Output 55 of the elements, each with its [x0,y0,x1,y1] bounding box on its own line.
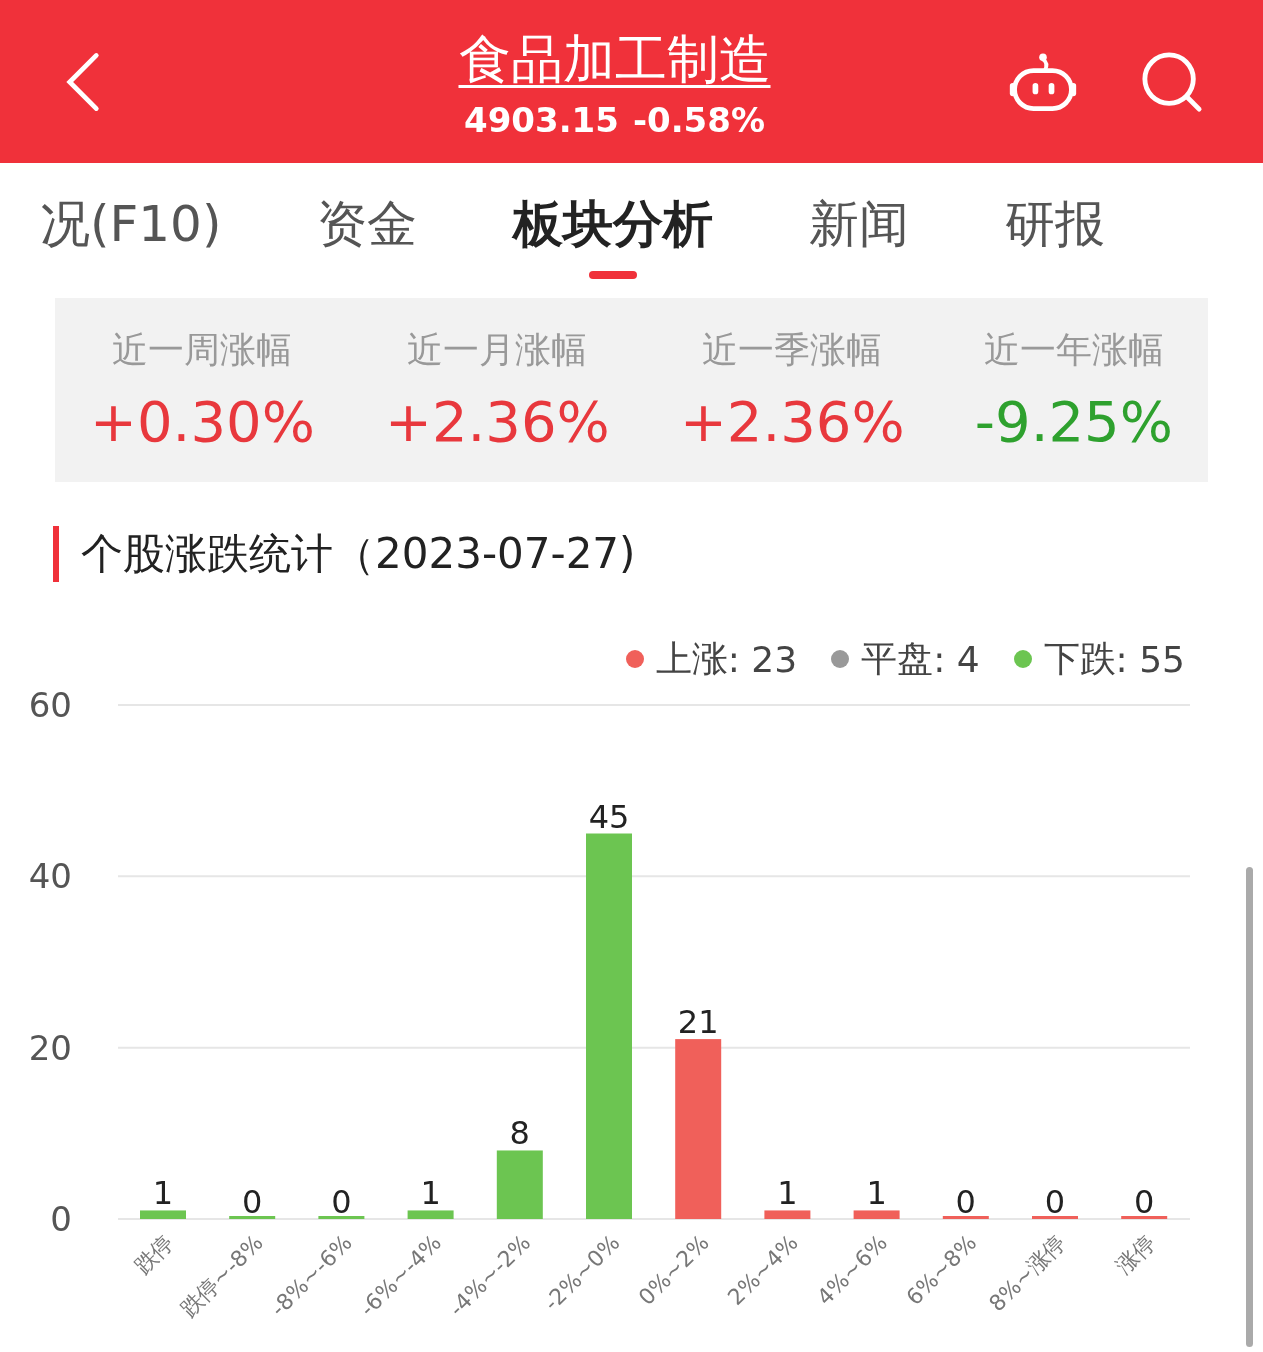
value-label: 1 [420,1174,441,1213]
bar [853,1210,900,1219]
stat-value: +2.36% [384,389,610,454]
value-label: 0 [1134,1183,1155,1221]
zero-marker [318,1216,365,1219]
stat-label: 近一年涨幅 [983,328,1164,372]
zero-marker [1032,1216,1078,1219]
zero-marker [942,1216,989,1219]
bar [140,1210,186,1219]
value-label: 0 [1044,1183,1066,1221]
stat-label: 近一季涨幅 [702,328,883,372]
y-tick-label: 20 [28,1027,72,1068]
tab[interactable]: 资金 [317,189,418,259]
bar [407,1210,454,1219]
index-change: -0.58% [632,99,765,140]
legend-count: : 55 [1115,638,1185,680]
stat-value: +0.30% [90,389,315,454]
section-title: 个股涨跌统计（2023-07-27) [81,528,636,580]
tab[interactable]: 板块分析 [513,189,714,279]
stat-label: 近一周涨幅 [112,328,293,372]
tab[interactable]: 新闻 [809,189,910,259]
tab[interactable]: 况(F10) [40,189,222,259]
value-label: 0 [242,1183,263,1221]
x-tick-label: 跌停 [129,1229,179,1279]
value-label: 8 [509,1114,530,1153]
value-label: 1 [866,1174,887,1213]
legend-label: 下跌 [1043,636,1116,681]
stat-value: -9.25% [974,389,1173,454]
section-marker [53,526,59,582]
legend-count: : 23 [727,638,798,680]
y-tick-label: 60 [28,685,72,725]
y-tick-label: 0 [50,1199,72,1239]
legend-count: : 4 [933,638,980,680]
bar [764,1210,811,1219]
zero-marker [1121,1216,1168,1219]
back-icon[interactable] [64,50,102,113]
zero-marker [229,1216,276,1219]
value-label: 0 [955,1183,976,1221]
value-label: 1 [152,1174,174,1213]
scroll-bar[interactable] [1246,867,1253,1347]
y-tick-label: 40 [28,856,72,897]
bar [496,1150,543,1219]
legend-label: 平盘 [861,636,934,681]
search-icon[interactable] [1141,50,1203,113]
tab[interactable]: 研报 [1005,189,1106,259]
value-label: 45 [588,797,630,836]
value-label: 21 [677,1003,719,1042]
sector-title[interactable]: 食品加工制造 [458,23,771,94]
x-tick-label: 涨停 [1110,1229,1160,1279]
stat-label: 近一月涨幅 [407,328,588,372]
stat-value: +2.36% [679,389,905,454]
legend-label: 上涨 [655,636,728,681]
value-label: 0 [331,1183,352,1221]
value-label: 1 [777,1174,798,1213]
index-price: 4903.15 [464,99,619,140]
